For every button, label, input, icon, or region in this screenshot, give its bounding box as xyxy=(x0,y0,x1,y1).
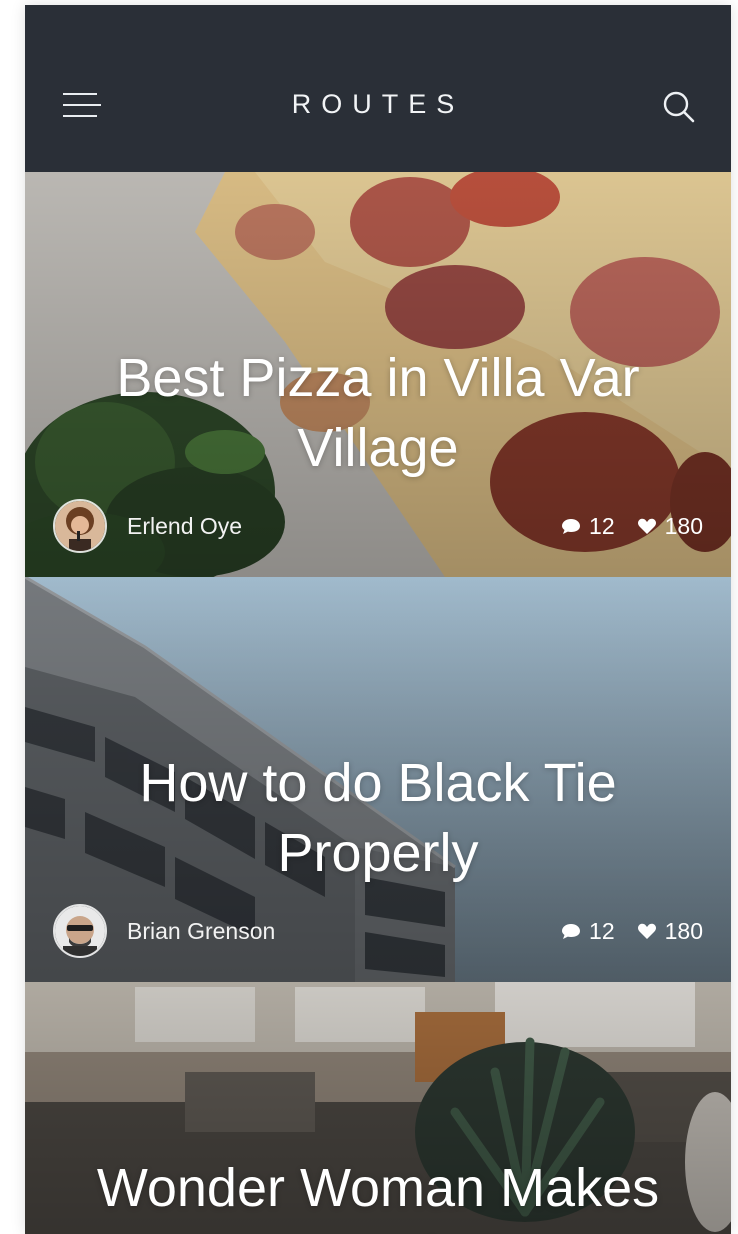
comment-bubble-icon xyxy=(562,519,581,534)
search-icon xyxy=(663,91,695,123)
comments-value: 12 xyxy=(589,917,615,944)
author-name: Brian Grenson xyxy=(127,917,276,944)
top-bar: ROUTES xyxy=(25,5,731,172)
post-card[interactable]: Best Pizza in Villa Var Village Erlend O… xyxy=(25,172,731,577)
comment-bubble-icon xyxy=(562,924,581,939)
heart-icon xyxy=(637,923,656,939)
post-title[interactable]: How to do Black Tie Properly xyxy=(95,748,661,888)
heart-icon xyxy=(637,518,656,534)
likes-value: 180 xyxy=(664,512,703,539)
post-card[interactable]: How to do Black Tie Properly Brian Grens… xyxy=(25,577,731,982)
post-title[interactable]: Best Pizza in Villa Var Village xyxy=(95,343,661,483)
post-author[interactable]: Brian Grenson xyxy=(53,903,275,959)
brand-title: ROUTES xyxy=(291,89,465,119)
post-author[interactable]: Erlend Oye xyxy=(53,498,242,554)
comments-value: 12 xyxy=(589,512,615,539)
post-card[interactable]: Wonder Woman Makes Her Debut xyxy=(25,982,731,1234)
app-screen: ROUTES Best Pizza in Villa Var Village E… xyxy=(25,5,731,1234)
likes-value: 180 xyxy=(664,917,703,944)
avatar xyxy=(53,499,107,553)
comments-count[interactable]: 12 xyxy=(561,513,615,540)
likes-count[interactable]: 180 xyxy=(637,513,703,540)
post-stats: 12 180 xyxy=(561,914,703,948)
post-title[interactable]: Wonder Woman Makes Her Debut xyxy=(95,1153,661,1234)
search-button[interactable] xyxy=(661,89,697,125)
post-stats: 12 180 xyxy=(561,509,703,543)
author-name: Erlend Oye xyxy=(127,512,243,539)
comments-count[interactable]: 12 xyxy=(561,918,615,945)
likes-count[interactable]: 180 xyxy=(637,918,703,945)
avatar xyxy=(53,904,107,958)
